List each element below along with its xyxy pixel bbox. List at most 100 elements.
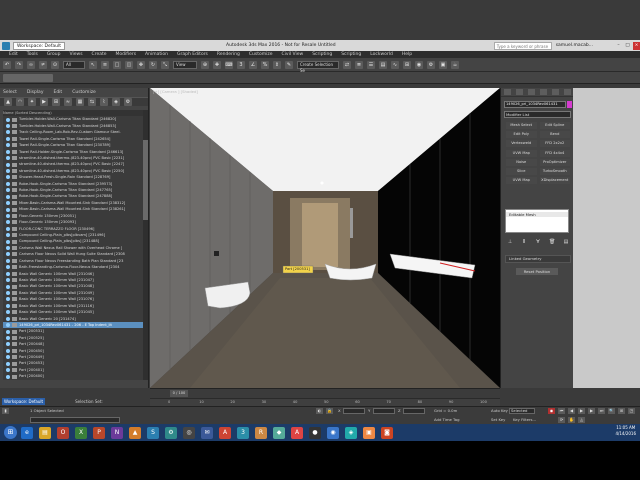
schematic-view-icon[interactable]: ⊞ <box>403 60 411 69</box>
explorer-options-icon[interactable]: ⚙ <box>124 98 132 106</box>
display-tab-icon[interactable] <box>551 89 559 95</box>
modifier-button[interactable]: Noise <box>506 158 537 166</box>
filter-bones-icon[interactable]: ⌇ <box>100 98 108 106</box>
skype-icon[interactable]: S <box>147 426 159 439</box>
filter-all-icon[interactable]: ◈ <box>112 98 120 106</box>
rotate-icon[interactable]: ↻ <box>149 60 157 69</box>
reference-coordinate-dropdown[interactable]: View <box>173 60 197 69</box>
menu-animation[interactable]: Animation <box>145 52 168 57</box>
maxscript-listener-icon[interactable]: ▮ <box>2 408 9 414</box>
visibility-eye-icon[interactable] <box>6 156 10 161</box>
visibility-eye-icon[interactable] <box>6 335 10 340</box>
make-unique-icon[interactable]: ∀ <box>535 239 541 245</box>
modifier-stack[interactable]: Editable Mesh <box>505 209 569 233</box>
visibility-eye-icon[interactable] <box>6 265 10 270</box>
visibility-eye-icon[interactable] <box>6 117 10 122</box>
camera-viewport[interactable]: [+] [Camera ] [Shaded] Part [200531] <box>150 88 500 388</box>
keyboard-shortcut-icon[interactable]: ⌨ <box>225 60 233 69</box>
menu-help[interactable]: Help <box>402 52 412 57</box>
visibility-eye-icon[interactable] <box>6 136 10 141</box>
revit-icon[interactable]: R <box>255 426 267 439</box>
menu-tools[interactable]: Tools <box>27 52 38 57</box>
add-time-tag[interactable]: Add Time Tag <box>434 417 459 423</box>
app3-icon[interactable]: ● <box>309 426 321 439</box>
play-icon[interactable]: ▶ <box>578 408 585 414</box>
explorer-tab-edit[interactable]: Edit <box>53 90 62 95</box>
prev-frame-icon[interactable]: ◀ <box>568 408 575 414</box>
visibility-eye-icon[interactable] <box>6 213 10 218</box>
chrome-icon[interactable]: ◉ <box>327 426 339 439</box>
menu-rendering[interactable]: Rendering <box>217 52 240 57</box>
chat-icon[interactable]: ✉ <box>201 426 213 439</box>
visibility-eye-icon[interactable] <box>6 278 10 283</box>
excel-icon[interactable]: X <box>75 426 87 439</box>
visibility-eye-icon[interactable] <box>6 246 10 251</box>
toggle-ribbon-icon[interactable]: ▤ <box>379 60 387 69</box>
visibility-eye-icon[interactable] <box>6 361 10 366</box>
visibility-eye-icon[interactable] <box>6 374 10 379</box>
x-coordinate-field[interactable] <box>343 408 365 414</box>
visibility-eye-icon[interactable] <box>6 303 10 308</box>
filter-groups-icon[interactable]: ▦ <box>76 98 84 106</box>
key-mode-dropdown[interactable]: Selected <box>509 408 535 414</box>
app4-icon[interactable]: ◈ <box>345 426 357 439</box>
spinner-snap-icon[interactable]: ⇕ <box>273 60 281 69</box>
menu-customize[interactable]: Customize <box>249 52 273 57</box>
menu-views[interactable]: Views <box>70 52 83 57</box>
menu-scripting[interactable]: Scripting <box>312 52 332 57</box>
modifier-button[interactable]: UVW Map <box>506 177 537 185</box>
modify-tab-icon[interactable] <box>515 89 523 95</box>
hierarchy-tab-icon[interactable] <box>527 89 535 95</box>
close-button[interactable]: × <box>633 41 640 50</box>
filter-shapes-icon[interactable]: ◠ <box>16 98 24 106</box>
window-crossing-icon[interactable]: ◫ <box>125 60 133 69</box>
workspace-button[interactable]: Workspace: Default <box>2 397 46 405</box>
office-icon[interactable]: O <box>57 426 69 439</box>
visibility-eye-icon[interactable] <box>6 124 10 129</box>
select-manipulate-icon[interactable]: ✚ <box>213 60 221 69</box>
menu-scripting-2[interactable]: Scripting <box>341 52 361 57</box>
menu-modifiers[interactable]: Modifiers <box>116 52 137 57</box>
explorer-scroll-thumb[interactable] <box>143 140 148 220</box>
acrobat-icon[interactable]: A <box>291 426 303 439</box>
visibility-eye-icon[interactable] <box>6 149 10 154</box>
curve-editor-icon[interactable]: ∿ <box>391 60 399 69</box>
pivot-icon[interactable]: ⊕ <box>201 60 209 69</box>
align-icon[interactable]: ≣ <box>355 60 363 69</box>
app-logo-icon[interactable] <box>2 41 10 50</box>
time-slider[interactable]: 0 / 100 <box>150 388 500 398</box>
render-production-icon[interactable]: ☕ <box>451 60 459 69</box>
viewport-label[interactable]: [+] [Camera ] [Shaded] <box>153 89 198 94</box>
app5-icon[interactable]: ▣ <box>363 426 375 439</box>
modifier-button[interactable]: ProOptimizer <box>539 158 570 166</box>
material-editor-icon[interactable]: ◉ <box>415 60 423 69</box>
explorer-list[interactable]: Name (Sorted Descending) Tumbler-Holder-… <box>3 110 143 380</box>
set-key-label[interactable]: Set Key <box>491 417 505 423</box>
next-frame-icon[interactable]: ▶ <box>588 408 595 414</box>
visibility-eye-icon[interactable] <box>6 310 10 315</box>
z-coordinate-field[interactable] <box>403 408 425 414</box>
remove-modifier-icon[interactable]: 🗑 <box>549 239 555 245</box>
percent-snap-icon[interactable]: % <box>261 60 269 69</box>
start-button-icon[interactable]: ⊞ <box>4 426 17 439</box>
menu-edit[interactable]: Edit <box>9 52 18 57</box>
visibility-eye-icon[interactable] <box>6 291 10 296</box>
modifier-button[interactable]: FFD 2x2x2 <box>539 140 570 148</box>
visibility-eye-icon[interactable] <box>6 233 10 238</box>
modifier-button[interactable]: Edit Spline <box>539 122 570 129</box>
orbit-icon[interactable]: ⟳ <box>558 417 565 423</box>
object-color-swatch[interactable] <box>567 101 572 108</box>
move-icon[interactable]: ✥ <box>137 60 145 69</box>
modifier-button[interactable]: Edit Poly <box>506 131 537 139</box>
visibility-eye-icon[interactable] <box>6 368 10 373</box>
goto-start-icon[interactable]: ⏮ <box>558 408 565 414</box>
visibility-eye-icon[interactable] <box>6 323 10 328</box>
motion-tab-icon[interactable] <box>539 89 547 95</box>
pin-stack-icon[interactable]: ⊥ <box>507 239 513 245</box>
zoom-all-icon[interactable]: ⊞ <box>618 408 625 414</box>
visibility-eye-icon[interactable] <box>6 252 10 257</box>
visibility-eye-icon[interactable] <box>6 194 10 199</box>
menu-lockworld[interactable]: Lockworld <box>370 52 393 57</box>
rendered-frame-window-icon[interactable]: ▣ <box>439 60 447 69</box>
time-slider-thumb[interactable]: 0 / 100 <box>170 390 188 397</box>
